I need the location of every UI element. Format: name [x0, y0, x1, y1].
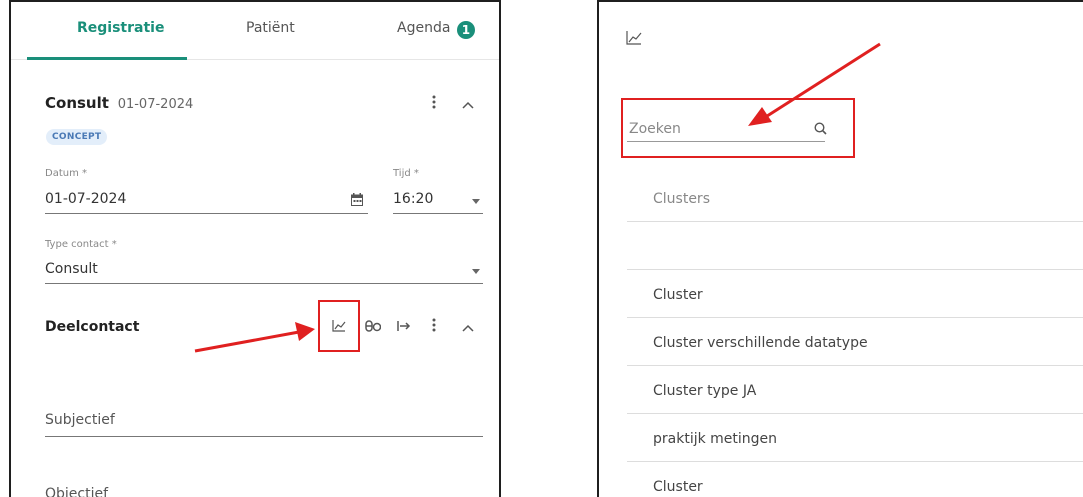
- list-item[interactable]: Cluster: [627, 463, 1083, 497]
- tab-registratie[interactable]: Registratie: [77, 20, 164, 36]
- list-item-label: praktijk metingen: [653, 431, 778, 447]
- agenda-count-badge: 1: [456, 21, 475, 39]
- deelcontact-title: Deelcontact: [45, 319, 140, 335]
- list-item-label: Cluster: [653, 479, 703, 495]
- list-item-label: Cluster: [653, 287, 703, 303]
- datum-label: Datum *: [45, 168, 88, 179]
- objectief-field[interactable]: Objectief: [45, 486, 108, 497]
- tijd-field[interactable]: 16:20: [393, 191, 433, 207]
- list-item-label: Cluster type JA: [653, 383, 757, 399]
- right-panel: Zoeken Clusters Cluster Cluster verschil…: [597, 0, 1083, 497]
- calendar-icon[interactable]: [347, 191, 367, 211]
- list-item[interactable]: Cluster: [627, 271, 1083, 318]
- consult-heading: Consult 01-07-2024: [45, 94, 193, 112]
- tab-agenda-label: Agenda: [397, 20, 451, 36]
- list-item-label: Cluster verschillende datatype: [653, 335, 868, 351]
- chart-icon[interactable]: [624, 30, 644, 50]
- caret-down-icon[interactable]: [472, 269, 480, 274]
- chevron-up-icon[interactable]: [458, 317, 478, 337]
- list-header-label: Clusters: [653, 191, 710, 207]
- arrow-to-right-icon[interactable]: [394, 317, 414, 337]
- datum-underline: [45, 213, 368, 214]
- tab-agenda[interactable]: Agenda 1: [397, 20, 475, 39]
- active-tab-indicator: [27, 57, 187, 60]
- list-item[interactable]: Cluster type JA: [627, 367, 1083, 414]
- more-vertical-icon[interactable]: [424, 317, 444, 337]
- consult-date: 01-07-2024: [117, 97, 194, 112]
- type-contact-label: Type contact *: [45, 239, 117, 250]
- red-arrow: [748, 42, 881, 126]
- chevron-up-icon[interactable]: [458, 94, 478, 114]
- tijd-underline: [393, 213, 483, 214]
- list-item[interactable]: [627, 223, 1083, 270]
- subjectief-underline: [45, 436, 483, 437]
- list-header: Clusters: [627, 175, 1083, 222]
- search-underline: [627, 141, 825, 142]
- consult-title: Consult: [45, 94, 109, 112]
- list-item[interactable]: Cluster verschillende datatype: [627, 319, 1083, 366]
- tijd-label: Tijd *: [393, 168, 419, 179]
- tab-bar: Registratie Patiënt Agenda 1: [11, 2, 499, 60]
- type-contact-field[interactable]: Consult: [45, 261, 98, 277]
- list-item[interactable]: praktijk metingen: [627, 415, 1083, 462]
- more-vertical-icon[interactable]: [424, 94, 444, 114]
- subjectief-field[interactable]: Subjectief: [45, 412, 115, 428]
- search-input[interactable]: Zoeken: [629, 121, 681, 137]
- left-panel: Registratie Patiënt Agenda 1 Consult 01-…: [9, 0, 501, 497]
- tab-patient[interactable]: Patiënt: [246, 20, 295, 36]
- pills-icon[interactable]: [363, 317, 383, 337]
- red-arrow: [194, 322, 315, 353]
- status-badge: CONCEPT: [46, 129, 108, 145]
- datum-field[interactable]: 01-07-2024: [45, 191, 126, 207]
- chart-icon[interactable]: [329, 317, 349, 337]
- caret-down-icon[interactable]: [472, 199, 480, 204]
- type-contact-underline: [45, 283, 483, 284]
